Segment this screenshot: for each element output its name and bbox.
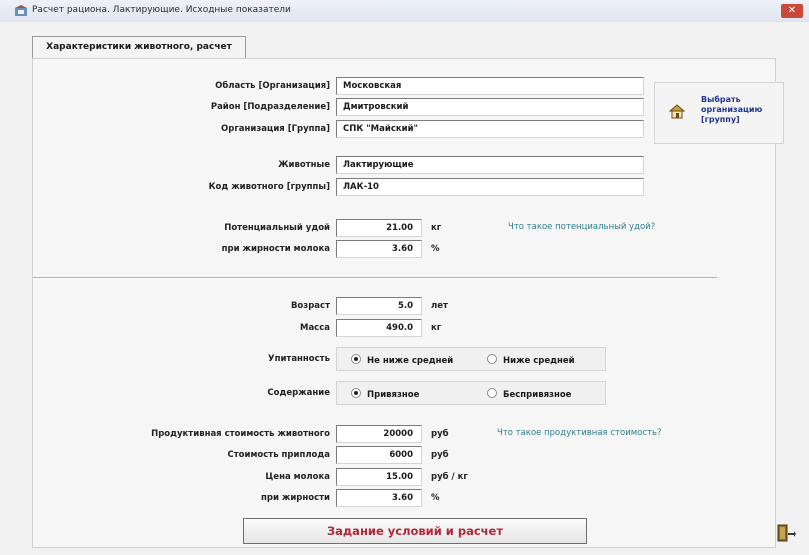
fatness-option-below-average[interactable]: Ниже средней — [487, 354, 575, 366]
calculate-button[interactable]: Задание условий и расчет — [243, 518, 587, 544]
offspring-cost-unit: руб — [431, 450, 449, 460]
section-divider — [33, 277, 717, 279]
region-label: Область [Организация] — [215, 81, 330, 91]
productive-value-label: Продуктивная стоимость животного — [151, 429, 330, 439]
company-label: Организация [Группа] — [221, 124, 330, 134]
milk-price-label: Цена молока — [265, 472, 330, 482]
keeping-label: Содержание — [267, 388, 330, 398]
tab-animal-characteristics[interactable]: Характеристики животного, расчет — [32, 36, 246, 58]
district-field[interactable]: Дмитровский — [336, 98, 644, 116]
animals-label: Животные — [278, 160, 330, 170]
age-label: Возраст — [290, 301, 330, 311]
milk-fat-unit: % — [431, 244, 440, 254]
animal-code-field[interactable]: ЛАК-10 — [336, 178, 644, 196]
price-fat-label: при жирности — [260, 493, 330, 503]
mass-unit: кг — [431, 323, 442, 333]
app-window: Расчет рациона. Лактирующие. Исходные по… — [0, 0, 809, 555]
milk-price-field[interactable]: 15.00 — [336, 468, 422, 486]
potential-yield-field[interactable]: 21.00 — [336, 219, 422, 237]
animals-field[interactable]: Лактирующие — [336, 156, 644, 174]
age-field[interactable]: 5.0 — [336, 297, 422, 315]
price-fat-field[interactable]: 3.60 — [336, 489, 422, 507]
productive-value-help-link[interactable]: Что такое продуктивная стоимость? — [497, 428, 661, 438]
potential-yield-help-link[interactable]: Что такое потенциальный удой? — [508, 222, 655, 232]
window-content: Характеристики животного, расчет Область… — [0, 22, 809, 555]
radio-empty-icon — [487, 388, 497, 398]
title-bar: Расчет рациона. Лактирующие. Исходные по… — [0, 0, 809, 23]
mass-label: Масса — [299, 323, 330, 333]
offspring-cost-field[interactable]: 6000 — [336, 446, 422, 464]
region-field[interactable]: Московская — [336, 77, 644, 95]
animal-code-label: Код животного [группы] — [208, 182, 330, 192]
productive-value-field[interactable]: 20000 — [336, 425, 422, 443]
price-fat-unit: % — [431, 493, 440, 503]
mass-field[interactable]: 490.0 — [336, 319, 422, 337]
offspring-cost-label: Стоимость приплода — [227, 450, 331, 460]
keeping-option-loose[interactable]: Беспривязное — [487, 388, 571, 400]
potential-yield-unit: кг — [431, 223, 442, 233]
keeping-radio-group: Привязное Беспривязное — [336, 381, 606, 405]
app-icon — [15, 5, 27, 16]
fatness-option-not-below-average[interactable]: Не ниже средней — [351, 354, 453, 366]
house-icon — [669, 104, 685, 119]
keeping-option-tethered[interactable]: Привязное — [351, 388, 419, 400]
radio-selected-icon — [351, 388, 361, 398]
potential-yield-label: Потенциальный удой — [224, 223, 330, 233]
choose-organization-label: Выбрать организацию [группу] — [701, 95, 763, 124]
radio-empty-icon — [487, 354, 497, 364]
district-label: Район [Подразделение] — [210, 102, 330, 112]
company-field[interactable]: СПК "Майский" — [336, 120, 644, 138]
exit-door-icon[interactable] — [776, 524, 796, 542]
age-unit: лет — [431, 301, 448, 311]
milk-fat-field[interactable]: 3.60 — [336, 240, 422, 258]
productive-value-unit: руб — [431, 429, 449, 439]
choose-organization-button[interactable]: Выбрать организацию [группу] — [654, 82, 784, 144]
milk-price-unit: руб / кг — [431, 472, 468, 482]
radio-selected-icon — [351, 354, 361, 364]
window-title: Расчет рациона. Лактирующие. Исходные по… — [32, 5, 291, 15]
close-button[interactable]: ✕ — [781, 4, 803, 18]
milk-fat-label: при жирности молока — [221, 244, 330, 254]
fatness-radio-group: Не ниже средней Ниже средней — [336, 347, 606, 371]
fatness-label: Упитанность — [268, 354, 330, 364]
